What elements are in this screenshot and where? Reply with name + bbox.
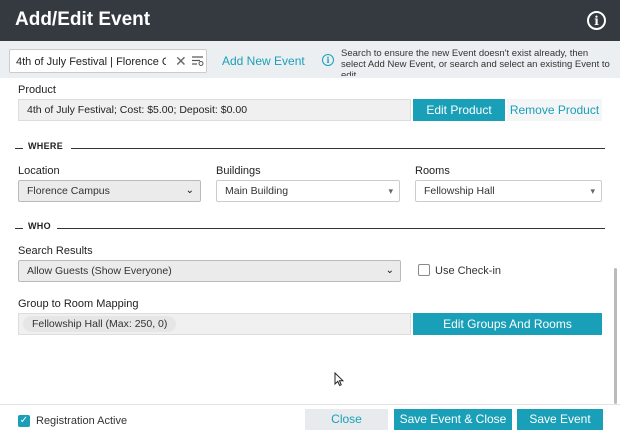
remove-product-button[interactable]: Remove Product — [507, 99, 602, 121]
check-icon: ✓ — [19, 415, 29, 426]
product-label: Product — [18, 84, 56, 96]
save-event-button[interactable]: Save Event — [517, 409, 603, 430]
where-heading: WHERE — [28, 141, 63, 151]
buildings-value: Main Building — [225, 185, 289, 197]
buildings-label: Buildings — [216, 165, 261, 177]
location-value: Florence Campus — [27, 185, 110, 197]
room-mapping-tag: Fellowship Hall (Max: 250, 0) — [23, 316, 177, 332]
rooms-value: Fellowship Hall — [424, 185, 495, 197]
save-event-close-button[interactable]: Save Event & Close — [394, 409, 512, 430]
section-divider — [15, 228, 23, 229]
section-divider — [15, 148, 23, 149]
location-label: Location — [18, 165, 60, 177]
buildings-select[interactable]: Main Building ▾ — [216, 180, 400, 202]
chevron-down-icon: ⌄ — [185, 185, 194, 196]
section-divider — [71, 148, 605, 149]
close-icon[interactable]: ✕ — [175, 53, 187, 69]
info-icon[interactable]: i — [587, 11, 606, 30]
event-search-bar: ✕ Add New Event i Search to ensure the n… — [0, 41, 620, 78]
mouse-cursor-icon — [334, 372, 344, 387]
close-button[interactable]: Close — [305, 409, 388, 430]
who-heading: WHO — [28, 221, 51, 231]
location-select[interactable]: Florence Campus ⌄ — [18, 180, 201, 202]
dialog-footer: ✓ Registration Active Close Save Event &… — [0, 404, 620, 434]
event-search-box: ✕ — [9, 49, 207, 73]
rooms-select[interactable]: Fellowship Hall ▾ — [415, 180, 602, 202]
group-room-mapping-label: Group to Room Mapping — [18, 298, 139, 310]
section-divider — [57, 228, 605, 229]
where-section-header: WHERE — [15, 141, 605, 155]
window-title: Add/Edit Event — [15, 9, 151, 30]
title-bar: Add/Edit Event i — [0, 0, 620, 41]
chevron-down-icon: ▾ — [388, 186, 393, 196]
registration-active-checkbox[interactable]: ✓ — [18, 415, 30, 427]
group-room-mapping-field: Fellowship Hall (Max: 250, 0) — [18, 313, 411, 335]
edit-product-button[interactable]: Edit Product — [413, 99, 505, 121]
event-search-input[interactable] — [16, 53, 166, 70]
filter-list-icon[interactable] — [192, 55, 204, 67]
who-section-header: WHO — [15, 221, 605, 235]
add-new-event-link[interactable]: Add New Event — [222, 54, 305, 68]
edit-groups-rooms-button[interactable]: Edit Groups And Rooms — [413, 313, 602, 335]
registration-active-label: Registration Active — [36, 415, 128, 427]
use-checkin-label: Use Check-in — [435, 265, 502, 277]
content-scrollbar[interactable] — [614, 268, 617, 404]
use-checkin-checkbox[interactable] — [418, 264, 430, 276]
search-results-select[interactable]: Allow Guests (Show Everyone) ⌄ — [18, 260, 401, 282]
search-help-text: Search to ensure the new Event doesn't e… — [341, 48, 610, 76]
chevron-down-icon: ⌄ — [385, 265, 394, 276]
product-field: 4th of July Festival; Cost: $5.00; Depos… — [18, 99, 411, 121]
search-results-value: Allow Guests (Show Everyone) — [27, 265, 172, 277]
help-info-icon: i — [322, 54, 334, 66]
rooms-label: Rooms — [415, 165, 450, 177]
event-form-content: Product 4th of July Festival; Cost: $5.0… — [0, 78, 620, 404]
chevron-down-icon: ▾ — [590, 186, 595, 196]
search-results-label: Search Results — [18, 245, 93, 257]
